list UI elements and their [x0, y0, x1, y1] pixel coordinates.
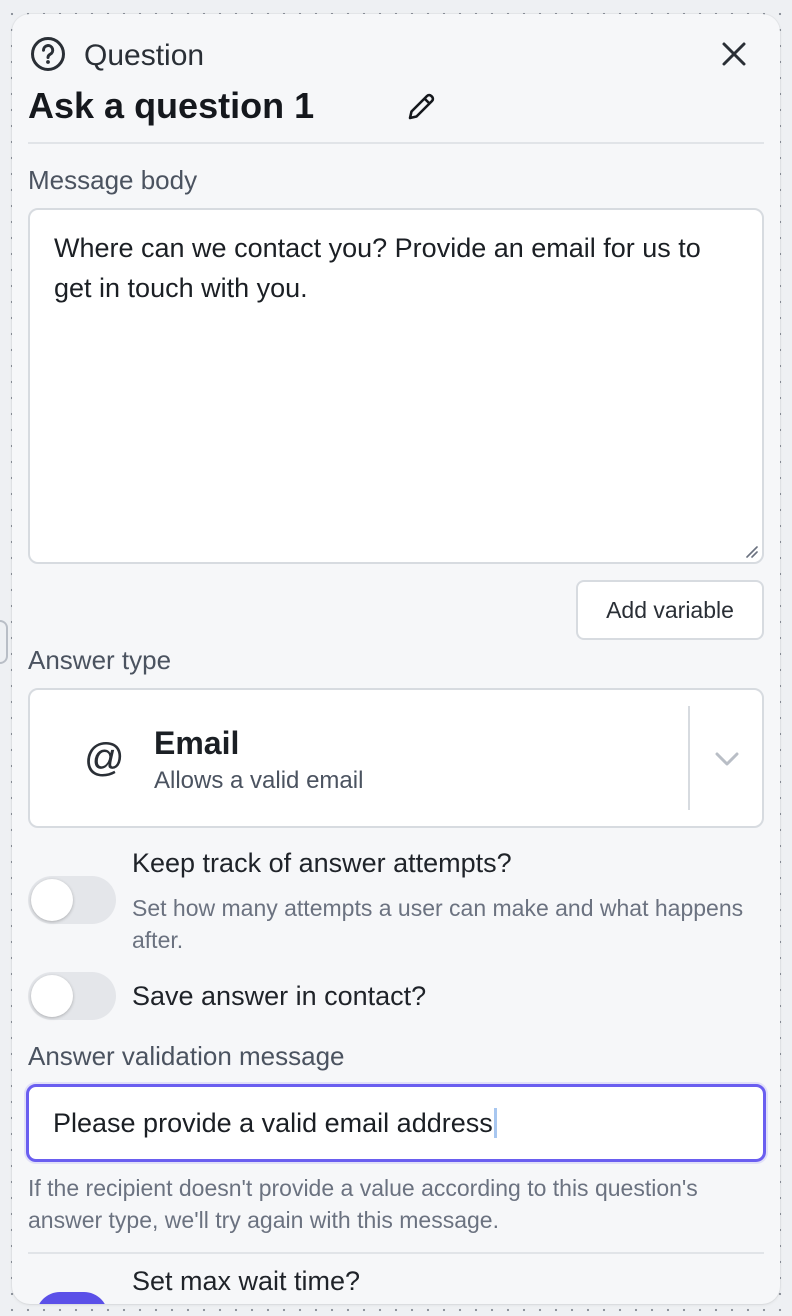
question-settings-panel: Question Ask a question 1 Message body W…: [12, 14, 780, 1304]
text-caret: [493, 1108, 497, 1138]
canvas-node-edge: [0, 620, 8, 664]
answer-type-selected-description: Allows a valid email: [154, 767, 364, 794]
answer-attempts-title: Keep track of answer attempts?: [132, 848, 512, 878]
at-sign-icon: @: [84, 736, 125, 780]
toggle-knob: [31, 975, 73, 1017]
validation-message-value: Please provide a valid email address: [53, 1107, 493, 1138]
save-answer-toggle[interactable]: [28, 972, 116, 1020]
header-divider: [28, 142, 764, 144]
answer-attempts-toggle[interactable]: [28, 876, 116, 924]
message-body-textarea[interactable]: Where can we contact you? Provide an ema…: [28, 208, 764, 564]
answer-attempts-description: Set how many attempts a user can make an…: [132, 895, 744, 953]
validation-message-label: Answer validation message: [28, 1041, 345, 1071]
toggle-knob: [31, 879, 73, 921]
answer-type-selected-title: Email: [154, 725, 240, 761]
chevron-down-icon[interactable]: [710, 742, 744, 776]
add-variable-button[interactable]: Add variable: [576, 580, 764, 640]
answer-type-select[interactable]: @ Email Allows a valid email: [28, 688, 764, 828]
validation-hint: If the recipient doesn't provide a value…: [28, 1175, 698, 1233]
section-divider: [28, 1252, 764, 1254]
message-body-label: Message body: [28, 165, 198, 195]
pencil-icon[interactable]: [404, 90, 438, 124]
message-body-text: Where can we contact you? Provide an ema…: [54, 233, 701, 303]
node-title: Ask a question 1: [28, 85, 315, 126]
question-circle-icon: [31, 37, 65, 71]
answer-type-label: Answer type: [28, 645, 172, 675]
validation-message-input[interactable]: Please provide a valid email address: [26, 1084, 766, 1162]
select-separator: [688, 706, 690, 810]
resize-handle-icon[interactable]: [744, 544, 758, 558]
panel-kind-label: Question: [84, 39, 205, 72]
close-icon[interactable]: [716, 36, 752, 72]
save-answer-title: Save answer in contact?: [132, 981, 427, 1011]
max-wait-time-title: Set max wait time?: [132, 1266, 361, 1296]
max-wait-time-toggle[interactable]: [36, 1292, 108, 1304]
